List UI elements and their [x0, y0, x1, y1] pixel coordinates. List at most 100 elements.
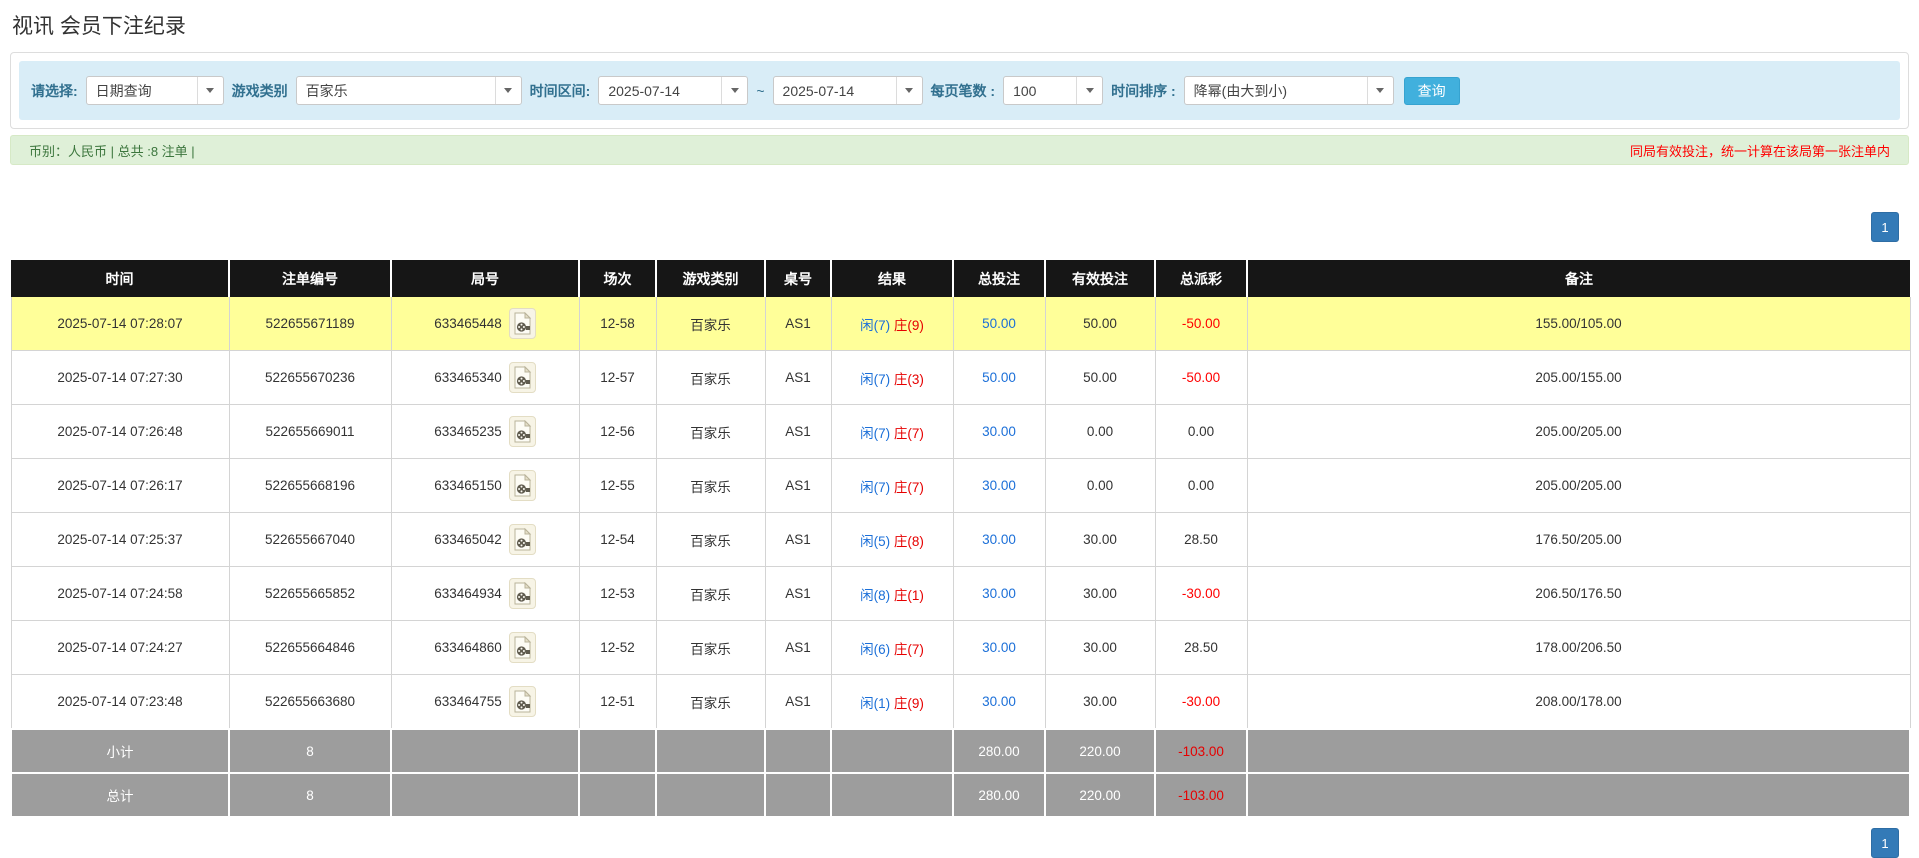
video-replay-icon[interactable] [509, 524, 536, 555]
cell-total-bet: 30.00 [953, 675, 1045, 730]
cell-game-type: 百家乐 [656, 567, 765, 621]
page-size-dropdown[interactable]: 100 [1003, 76, 1103, 105]
video-replay-icon[interactable] [509, 362, 536, 393]
header-table-no: 桌号 [765, 260, 831, 297]
video-replay-icon[interactable] [509, 632, 536, 663]
header-time: 时间 [11, 260, 229, 297]
header-total-bet: 总投注 [953, 260, 1045, 297]
valid-bet-note: 同局有效投注，统一计算在该局第一张注单内 [1630, 141, 1890, 160]
result-player: 闲(7) [860, 480, 890, 495]
cell-bet-id: 522655665852 [229, 567, 391, 621]
cell-payout: -30.00 [1155, 675, 1247, 730]
cell-table-no: AS1 [765, 567, 831, 621]
header-game-type: 游戏类别 [656, 260, 765, 297]
cell-remark: 205.00/205.00 [1247, 459, 1910, 513]
round-id-value: 633465235 [434, 424, 502, 439]
result-player: 闲(6) [860, 642, 890, 657]
cell-total-bet: 50.00 [953, 351, 1045, 405]
date-to-dropdown[interactable]: 2025-07-14 [773, 76, 923, 105]
round-id-value: 633465448 [434, 316, 502, 331]
cell-round-id: 633465340 [391, 351, 579, 405]
cell-payout: 28.50 [1155, 621, 1247, 675]
pagination-bottom: 1 [1871, 828, 1899, 858]
cell-time: 2025-07-14 07:25:37 [11, 513, 229, 567]
video-replay-icon[interactable] [509, 470, 536, 501]
cell-table-no: AS1 [765, 351, 831, 405]
cell-session: 12-58 [579, 297, 656, 351]
result-banker: 庄(9) [894, 318, 924, 333]
result-banker: 庄(7) [894, 642, 924, 657]
table-row: 2025-07-14 07:25:37 522655667040 6334650… [11, 513, 1910, 567]
video-replay-icon[interactable] [509, 686, 536, 717]
total-total-bet: 280.00 [953, 773, 1045, 817]
result-player: 闲(5) [860, 534, 890, 549]
cell-remark: 178.00/206.50 [1247, 621, 1910, 675]
cell-time: 2025-07-14 07:26:48 [11, 405, 229, 459]
cell-payout: -30.00 [1155, 567, 1247, 621]
date-from-dropdown[interactable]: 2025-07-14 [598, 76, 748, 105]
page-size-value: 100 [1004, 77, 1076, 104]
table-row: 2025-07-14 07:23:48 522655663680 6334647… [11, 675, 1910, 730]
cell-result: 闲(7) 庄(7) [831, 459, 953, 513]
date-to-value: 2025-07-14 [774, 77, 896, 104]
cell-result: 闲(7) 庄(9) [831, 297, 953, 351]
page-size-label: 每页笔数 : [931, 81, 996, 101]
cell-total-bet: 30.00 [953, 621, 1045, 675]
cell-time: 2025-07-14 07:23:48 [11, 675, 229, 730]
table-header-row: 时间 注单编号 局号 场次 游戏类别 桌号 结果 总投注 有效投注 总派彩 备注 [11, 260, 1910, 297]
page-1-button[interactable]: 1 [1871, 828, 1899, 858]
game-type-dropdown[interactable]: 百家乐 [296, 76, 522, 105]
chevron-down-icon [1367, 77, 1393, 104]
cell-valid-bet: 50.00 [1045, 297, 1155, 351]
result-banker: 庄(8) [894, 534, 924, 549]
page-1-button[interactable]: 1 [1871, 212, 1899, 242]
game-type-label: 游戏类别 [232, 81, 288, 101]
round-id-value: 633465150 [434, 478, 502, 493]
cell-table-no: AS1 [765, 621, 831, 675]
cell-payout: 28.50 [1155, 513, 1247, 567]
sort-order-dropdown[interactable]: 降幂(由大到小) [1184, 76, 1394, 105]
subtotal-label: 小计 [11, 729, 229, 773]
cell-table-no: AS1 [765, 405, 831, 459]
header-session: 场次 [579, 260, 656, 297]
search-button[interactable]: 查询 [1404, 77, 1460, 105]
pagination-top: 1 [10, 212, 1909, 242]
video-replay-icon[interactable] [509, 416, 536, 447]
cell-payout: 0.00 [1155, 405, 1247, 459]
subtotal-payout: -103.00 [1155, 729, 1247, 773]
cell-valid-bet: 0.00 [1045, 405, 1155, 459]
cell-time: 2025-07-14 07:24:27 [11, 621, 229, 675]
cell-round-id: 633465150 [391, 459, 579, 513]
cell-bet-id: 522655664846 [229, 621, 391, 675]
cell-remark: 205.00/205.00 [1247, 405, 1910, 459]
table-row: 2025-07-14 07:24:58 522655665852 6334649… [11, 567, 1910, 621]
time-range-label: 时间区间: [530, 81, 591, 101]
summary-bar: 币别：人民币 | 总共 :8 注单 | 同局有效投注，统一计算在该局第一张注单内 [10, 135, 1909, 165]
cell-bet-id: 522655669011 [229, 405, 391, 459]
betting-records-table: 时间 注单编号 局号 场次 游戏类别 桌号 结果 总投注 有效投注 总派彩 备注… [10, 260, 1911, 818]
cell-table-no: AS1 [765, 675, 831, 730]
cell-bet-id: 522655670236 [229, 351, 391, 405]
cell-result: 闲(5) 庄(8) [831, 513, 953, 567]
cell-total-bet: 30.00 [953, 513, 1045, 567]
cell-game-type: 百家乐 [656, 621, 765, 675]
video-replay-icon[interactable] [509, 578, 536, 609]
header-bet-id: 注单编号 [229, 260, 391, 297]
query-type-value: 日期查询 [87, 77, 197, 104]
cell-round-id: 633464755 [391, 675, 579, 730]
chevron-down-icon [721, 77, 747, 104]
page-title: 视讯 会员下注纪录 [12, 10, 1909, 40]
cell-game-type: 百家乐 [656, 675, 765, 730]
query-type-dropdown[interactable]: 日期查询 [86, 76, 224, 105]
video-replay-icon[interactable] [509, 308, 536, 339]
date-from-value: 2025-07-14 [599, 77, 721, 104]
cell-game-type: 百家乐 [656, 513, 765, 567]
cell-round-id: 633465448 [391, 297, 579, 351]
total-valid-bet: 220.00 [1045, 773, 1155, 817]
chevron-down-icon [197, 77, 223, 104]
table-row: 2025-07-14 07:27:30 522655670236 6334653… [11, 351, 1910, 405]
result-banker: 庄(3) [894, 372, 924, 387]
subtotal-count: 8 [229, 729, 391, 773]
total-count: 8 [229, 773, 391, 817]
cell-valid-bet: 0.00 [1045, 459, 1155, 513]
